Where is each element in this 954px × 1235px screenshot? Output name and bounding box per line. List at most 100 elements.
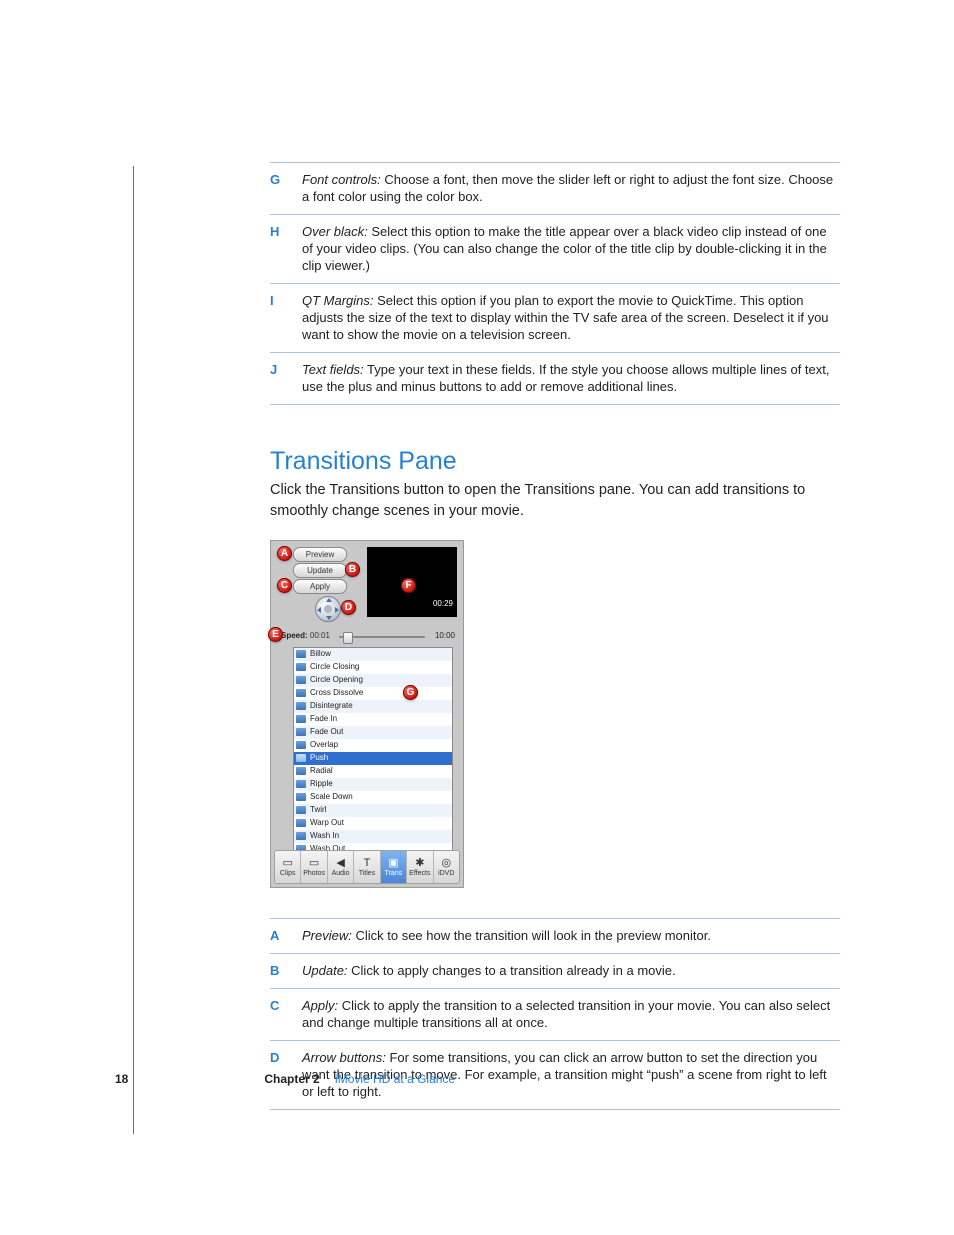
speed-row: Speed: 00:01 10:00 xyxy=(281,631,455,643)
preview-time: 00:29 xyxy=(433,599,453,608)
titles-icon: T xyxy=(364,857,371,869)
callout-desc: Update: Click to apply changes to a tran… xyxy=(302,954,840,989)
arrow-left-icon[interactable] xyxy=(317,607,321,613)
callout-letter: C xyxy=(270,989,302,1041)
transition-item-label: Ripple xyxy=(310,779,333,788)
pane-tab-label: Titles xyxy=(359,869,375,878)
speed-slider-thumb[interactable] xyxy=(343,632,353,644)
transition-list-item[interactable]: Cross Dissolve xyxy=(294,687,452,700)
transition-item-label: Disintegrate xyxy=(310,701,353,710)
callout-row: CApply: Click to apply the transition to… xyxy=(270,989,840,1041)
transition-item-label: Billow xyxy=(310,649,331,658)
transition-item-label: Wash In xyxy=(310,831,339,840)
marker-e: E xyxy=(268,627,283,642)
pane-tab-label: Trans xyxy=(385,869,403,878)
transition-item-icon xyxy=(296,728,306,736)
pane-tab-audio[interactable]: ◀Audio xyxy=(328,851,354,883)
transition-list-item[interactable]: Scale Down xyxy=(294,791,452,804)
transitions-list[interactable]: Billow Circle ClosingCircle OpeningCross … xyxy=(293,647,453,857)
transition-item-icon xyxy=(296,702,306,710)
apply-button[interactable]: Apply xyxy=(293,579,347,594)
clips-icon: ▭ xyxy=(283,857,293,869)
transition-item-icon xyxy=(296,793,306,801)
transition-list-item[interactable]: Wash In xyxy=(294,830,452,843)
callout-row: HOver black: Select this option to make … xyxy=(270,215,840,284)
transition-list-item[interactable]: Radial xyxy=(294,765,452,778)
direction-wheel[interactable] xyxy=(315,596,341,622)
transition-item-label: Cross Dissolve xyxy=(310,688,363,697)
transition-item-icon xyxy=(296,819,306,827)
callout-desc: Preview: Click to see how the transition… xyxy=(302,919,840,954)
callout-desc: QT Margins: Select this option if you pl… xyxy=(302,284,840,353)
pane-tab-trans[interactable]: ▣Trans xyxy=(381,851,407,883)
pane-tab-label: Clips xyxy=(280,869,296,878)
marker-g: G xyxy=(403,685,418,700)
marker-b: B xyxy=(345,562,360,577)
pane-tab-label: Photos xyxy=(303,869,325,878)
pane-toolbar: ▭Clips▭Photos◀AudioTTitles▣Trans✱Effects… xyxy=(274,850,460,884)
transition-item-icon xyxy=(296,806,306,814)
callout-row: BUpdate: Click to apply changes to a tra… xyxy=(270,954,840,989)
marker-d: D xyxy=(341,600,356,615)
pane-tab-titles[interactable]: TTitles xyxy=(354,851,380,883)
callout-desc: Apply: Click to apply the transition to … xyxy=(302,989,840,1041)
transition-item-icon xyxy=(296,832,306,840)
transition-item-label: Twirl xyxy=(310,805,326,814)
transition-item-label: Warp Out xyxy=(310,818,344,827)
main-content: GFont controls: Choose a font, then move… xyxy=(270,162,840,1110)
transition-item-label: Fade In xyxy=(310,714,337,723)
transition-item-icon xyxy=(296,767,306,775)
callout-letter: I xyxy=(270,284,302,353)
transitions-pane-figure: Preview Update Apply 00:29 Speed: 00:01 … xyxy=(270,540,464,888)
section-heading: Transitions Pane xyxy=(270,447,840,476)
transition-list-item[interactable]: Fade In xyxy=(294,713,452,726)
transition-list-item[interactable]: Twirl xyxy=(294,804,452,817)
page-margin-rule xyxy=(133,166,134,1134)
callout-letter: A xyxy=(270,919,302,954)
arrow-down-icon[interactable] xyxy=(326,616,332,620)
transition-list-item[interactable]: Push xyxy=(294,752,452,765)
pane-tab-effects[interactable]: ✱Effects xyxy=(407,851,433,883)
page-number: 18 xyxy=(115,1072,261,1086)
transition-list-item[interactable]: Billow xyxy=(294,648,452,661)
idvd-icon: ◎ xyxy=(441,857,451,869)
transition-list-item[interactable]: Fade Out xyxy=(294,726,452,739)
transition-list-item[interactable]: Overlap xyxy=(294,739,452,752)
arrow-up-icon[interactable] xyxy=(326,598,332,602)
audio-icon: ◀ xyxy=(336,857,344,869)
transition-item-icon xyxy=(296,689,306,697)
chapter-label: Chapter 2 xyxy=(264,1072,331,1086)
pane-tab-photos[interactable]: ▭Photos xyxy=(301,851,327,883)
transition-list-item[interactable]: Warp Out xyxy=(294,817,452,830)
callout-desc: Font controls: Choose a font, then move … xyxy=(302,163,840,215)
photos-icon: ▭ xyxy=(309,857,319,869)
callout-row: IQT Margins: Select this option if you p… xyxy=(270,284,840,353)
transition-item-label: Scale Down xyxy=(310,792,353,801)
transition-item-icon xyxy=(296,741,306,749)
arrow-right-icon[interactable] xyxy=(335,607,339,613)
transition-list-item[interactable]: Disintegrate xyxy=(294,700,452,713)
transition-list-item[interactable]: Ripple xyxy=(294,778,452,791)
transition-item-icon xyxy=(296,663,306,671)
transition-item-icon xyxy=(296,715,306,723)
pane-tab-label: iDVD xyxy=(438,869,454,878)
callout-letter: G xyxy=(270,163,302,215)
callout-row: JText fields: Type your text in these fi… xyxy=(270,353,840,405)
transition-item-icon xyxy=(296,650,306,658)
preview-button[interactable]: Preview xyxy=(293,547,347,562)
callout-desc: Over black: Select this option to make t… xyxy=(302,215,840,284)
callout-letter: H xyxy=(270,215,302,284)
transition-list-item[interactable]: Circle Closing xyxy=(294,661,452,674)
update-button[interactable]: Update xyxy=(293,563,347,578)
speed-min: 00:01 xyxy=(310,631,330,640)
pane-tab-label: Effects xyxy=(409,869,430,878)
pane-tab-idvd[interactable]: ◎iDVD xyxy=(434,851,459,883)
effects-icon: ✱ xyxy=(415,857,424,869)
transition-item-label: Push xyxy=(310,753,328,762)
transition-list-item[interactable]: Circle Opening xyxy=(294,674,452,687)
speed-max: 10:00 xyxy=(435,631,455,640)
trans-icon: ▣ xyxy=(388,857,398,869)
titles-callout-table: GFont controls: Choose a font, then move… xyxy=(270,162,840,405)
pane-tab-clips[interactable]: ▭Clips xyxy=(275,851,301,883)
transition-item-label: Overlap xyxy=(310,740,338,749)
